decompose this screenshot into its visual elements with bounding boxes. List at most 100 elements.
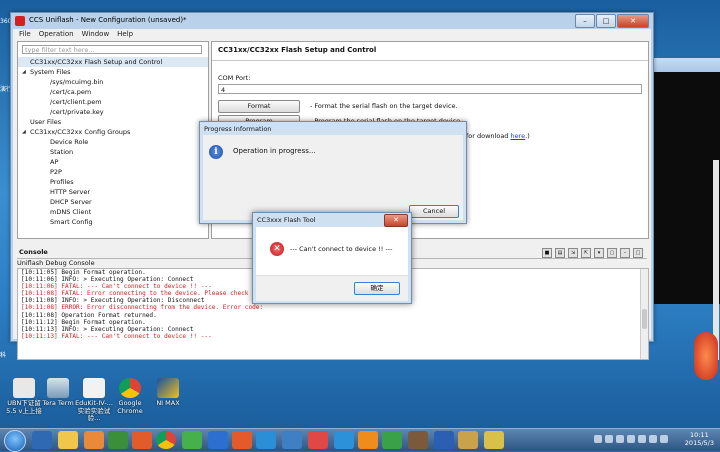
tray-icon[interactable] [660,435,668,443]
menu-file[interactable]: File [19,29,31,39]
download-link[interactable]: here [511,132,526,140]
cancel-button[interactable]: Cancel [409,205,459,218]
taskbar-app-icon[interactable] [132,431,152,449]
taskbar-app-icon[interactable] [358,431,378,449]
progress-message: Operation in progress... [233,147,316,155]
divider [212,60,648,61]
tree-item[interactable]: mDNS Client [18,207,208,217]
tree-item[interactable]: ◢ System Files [18,67,208,77]
format-button[interactable]: Format [218,100,300,113]
console-toolbar-icon[interactable]: – [620,248,630,258]
console-toolbar-icon[interactable]: ⇱ [581,248,591,258]
console-toolbar-icon[interactable]: □ [633,248,643,258]
tray-icon[interactable] [616,435,624,443]
tree-item-label: DHCP Server [50,198,92,206]
floating-widget-icon[interactable] [694,332,718,380]
filter-input[interactable]: type filter text here... [22,45,202,54]
tree-item[interactable]: Station [18,147,208,157]
tray-icon[interactable] [649,435,657,443]
taskbar-app-icon[interactable] [182,431,202,449]
tree-item[interactable]: HTTP Server [18,187,208,197]
download-suffix: .) [525,132,530,140]
taskbar-app-icon[interactable] [232,431,252,449]
console-title: Uniflash Debug Console [17,259,95,267]
menu-operation[interactable]: Operation [39,29,74,39]
tree-item[interactable]: CC31xx/CC32xx Flash Setup and Control [18,57,208,67]
tree-item-label: Smart Config [50,218,93,226]
taskbar-app-icon[interactable] [208,431,228,449]
tray-icon[interactable] [605,435,613,443]
console-line: [10:11:08] Operation Format returned. [21,311,157,319]
ok-button[interactable]: 确定 [354,282,400,295]
console-toolbar-icon[interactable]: ⇲ [568,248,578,258]
tray-icon[interactable] [638,435,646,443]
taskbar-app-icon[interactable] [256,431,276,449]
tree-item[interactable]: AP [18,157,208,167]
tray-icon[interactable] [594,435,602,443]
tree-item[interactable]: DHCP Server [18,197,208,207]
tree-item[interactable]: Device Role [18,137,208,147]
expand-twisty-icon[interactable]: ◢ [22,67,26,77]
scroll-thumb[interactable] [642,309,647,329]
console-tab[interactable]: Console [19,248,48,256]
titlebar[interactable]: CCS Uniflash - New Configuration (unsave… [11,13,653,29]
tree-item-label: /sys/mcuimg.bin [50,78,104,86]
taskbar-folder-icon[interactable] [32,431,52,449]
desktop-icon-ni-max[interactable]: NI MAX [146,378,190,408]
tree-item-label: User Files [30,118,62,126]
tree-item[interactable]: /cert/private.key [18,107,208,117]
menu-window[interactable]: Window [82,29,110,39]
tree-item[interactable]: Profiles [18,177,208,187]
error-dialog-footer: 确定 [256,275,408,301]
clock[interactable]: 10:11 2015/5/3 [685,431,714,447]
scrollbar[interactable] [713,160,719,360]
expand-twisty-icon[interactable]: ◢ [22,127,26,137]
taskbar-app-icon[interactable] [408,431,428,449]
tree-item[interactable]: /sys/mcuimg.bin [18,77,208,87]
tree-item[interactable]: Smart Config [18,217,208,227]
tree-item-label: HTTP Server [50,188,91,196]
com-port-input[interactable]: 4 [218,84,642,94]
taskbar-app-icon[interactable] [308,431,328,449]
taskbar-word-icon[interactable] [434,431,454,449]
progress-dialog-body: i Operation in progress... Cancel [203,135,463,220]
minimize-button[interactable]: – [575,14,595,28]
error-dialog: CC3xxx Flash Tool ✕ ✕ --- Can't connect … [252,212,412,304]
console-toolbar: ■ ▤ ⇲ ⇱ ▾ ▢ – □ [542,248,643,258]
taskbar-app-icon[interactable] [334,431,354,449]
tree-item[interactable]: /cert/ca.pem [18,87,208,97]
taskbar-media-icon[interactable] [84,431,104,449]
start-button[interactable] [4,430,26,452]
taskbar-app-icon[interactable] [382,431,402,449]
tree-item-label: Device Role [50,138,89,146]
menubar: File Operation Window Help [13,29,651,39]
info-icon: i [209,145,223,159]
tree-item-label: mDNS Client [50,208,92,216]
taskbar-explorer-icon[interactable] [58,431,78,449]
menu-help[interactable]: Help [117,29,133,39]
console-toolbar-icon[interactable]: ▤ [555,248,565,258]
console-toolbar-icon[interactable]: ▢ [607,248,617,258]
console-toolbar-icon[interactable]: ▾ [594,248,604,258]
taskbar-app-icon[interactable] [282,431,302,449]
app-icon [15,16,25,26]
taskbar-app-icon[interactable] [484,431,504,449]
background-console-window[interactable] [645,72,720,360]
tray-icon[interactable] [627,435,635,443]
maximize-button[interactable]: □ [596,14,616,28]
tree-item[interactable]: P2P [18,167,208,177]
document-icon [13,378,35,398]
taskbar-chrome-icon[interactable] [156,431,176,449]
error-dialog-title: CC3xxx Flash Tool [257,216,316,224]
console-toolbar-icon[interactable]: ■ [542,248,552,258]
close-button[interactable]: ✕ [617,14,649,28]
tree-item[interactable]: ◢ CC31xx/CC32xx Config Groups [18,127,208,137]
error-dialog-close-button[interactable]: ✕ [384,214,408,227]
tree-item[interactable]: /cert/client.pem [18,97,208,107]
console-scrollbar[interactable] [640,269,648,359]
taskbar-app-icon[interactable] [108,431,128,449]
tree-item[interactable]: User Files [18,117,208,127]
background-window-titlebar[interactable] [645,58,720,72]
taskbar-app-icon[interactable] [458,431,478,449]
download-note: for download here.) [466,132,530,140]
